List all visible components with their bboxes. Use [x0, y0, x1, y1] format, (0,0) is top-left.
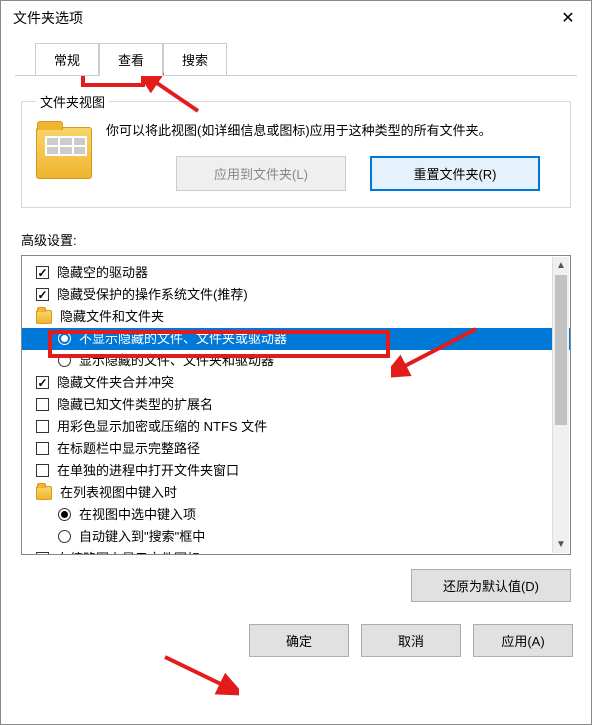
checkbox-icon — [36, 464, 49, 477]
checkbox-icon — [36, 552, 49, 554]
opt-dont-show-hidden[interactable]: 不显示隐藏的文件、文件夹或驱动器 — [22, 328, 570, 350]
ok-button[interactable]: 确定 — [249, 624, 349, 657]
group-list-keyin[interactable]: 在列表视图中键入时 — [22, 482, 570, 504]
opt-hide-known-ext[interactable]: 隐藏已知文件类型的扩展名 — [22, 394, 570, 416]
tab-view-panel: 文件夹视图 你可以将此视图(如详细信息或图标)应用于这种类型的所有文件夹。 应用… — [1, 76, 591, 614]
opt-merge-conflict[interactable]: 隐藏文件夹合并冲突 — [22, 372, 570, 394]
folder-view-legend: 文件夹视图 — [36, 92, 109, 111]
folder-view-description: 你可以将此视图(如详细信息或图标)应用于这种类型的所有文件夹。 — [106, 121, 556, 142]
opt-show-hidden[interactable]: 显示隐藏的文件、文件夹和驱动器 — [22, 350, 570, 372]
folder-group-icon — [36, 310, 52, 324]
apply-to-folders-button[interactable]: 应用到文件夹(L) — [176, 156, 346, 191]
titlebar: 文件夹选项 ✕ — [1, 1, 591, 35]
scroll-up-icon[interactable]: ▲ — [553, 257, 569, 274]
opt-auto-search-box[interactable]: 自动键入到"搜索"框中 — [22, 526, 570, 548]
group-hidden-files[interactable]: 隐藏文件和文件夹 — [22, 306, 570, 328]
opt-select-in-view[interactable]: 在视图中选中键入项 — [22, 504, 570, 526]
opt-hide-empty-drives[interactable]: 隐藏空的驱动器 — [22, 262, 570, 284]
opt-hide-protected-os-files[interactable]: 隐藏受保护的操作系统文件(推荐) — [22, 284, 570, 306]
dialog-footer: 确定 取消 应用(A) — [1, 614, 591, 671]
radio-icon — [58, 354, 71, 367]
radio-icon — [58, 530, 71, 543]
checkbox-icon — [36, 376, 49, 389]
advanced-settings-label: 高级设置: — [21, 230, 571, 249]
opt-separate-process[interactable]: 在单独的进程中打开文件夹窗口 — [22, 460, 570, 482]
tree-scrollbar[interactable]: ▲ ▼ — [552, 257, 569, 553]
checkbox-icon — [36, 420, 49, 433]
radio-icon — [58, 508, 71, 521]
checkbox-icon — [36, 266, 49, 279]
opt-ntfs-color[interactable]: 用彩色显示加密或压缩的 NTFS 文件 — [22, 416, 570, 438]
folder-group-icon — [36, 486, 52, 500]
folder-options-dialog: 文件夹选项 ✕ 常规 查看 搜索 文件夹视图 你可以将此视图(如详细信息或图标)… — [0, 0, 592, 725]
radio-icon — [58, 332, 71, 345]
folder-view-group: 文件夹视图 你可以将此视图(如详细信息或图标)应用于这种类型的所有文件夹。 应用… — [21, 92, 571, 208]
scroll-down-icon[interactable]: ▼ — [553, 536, 569, 553]
tab-strip: 常规 查看 搜索 — [15, 35, 577, 76]
apply-button[interactable]: 应用(A) — [473, 624, 573, 657]
checkbox-icon — [36, 398, 49, 411]
opt-thumbnail-icon[interactable]: 在缩略图上显示文件图标 — [22, 548, 570, 554]
tab-general[interactable]: 常规 — [35, 43, 99, 75]
scroll-thumb[interactable] — [555, 275, 567, 425]
opt-full-path-titlebar[interactable]: 在标题栏中显示完整路径 — [22, 438, 570, 460]
checkbox-icon — [36, 442, 49, 455]
tab-view[interactable]: 查看 — [99, 43, 163, 76]
close-button[interactable]: ✕ — [545, 1, 591, 35]
cancel-button[interactable]: 取消 — [361, 624, 461, 657]
advanced-settings-tree[interactable]: 隐藏空的驱动器 隐藏受保护的操作系统文件(推荐) 隐藏文件和文件夹 不显示隐藏的… — [21, 255, 571, 555]
folder-icon — [36, 127, 92, 179]
tab-search[interactable]: 搜索 — [163, 43, 227, 75]
checkbox-icon — [36, 288, 49, 301]
window-title: 文件夹选项 — [13, 8, 83, 28]
reset-folders-button[interactable]: 重置文件夹(R) — [370, 156, 540, 191]
restore-defaults-button[interactable]: 还原为默认值(D) — [411, 569, 571, 602]
